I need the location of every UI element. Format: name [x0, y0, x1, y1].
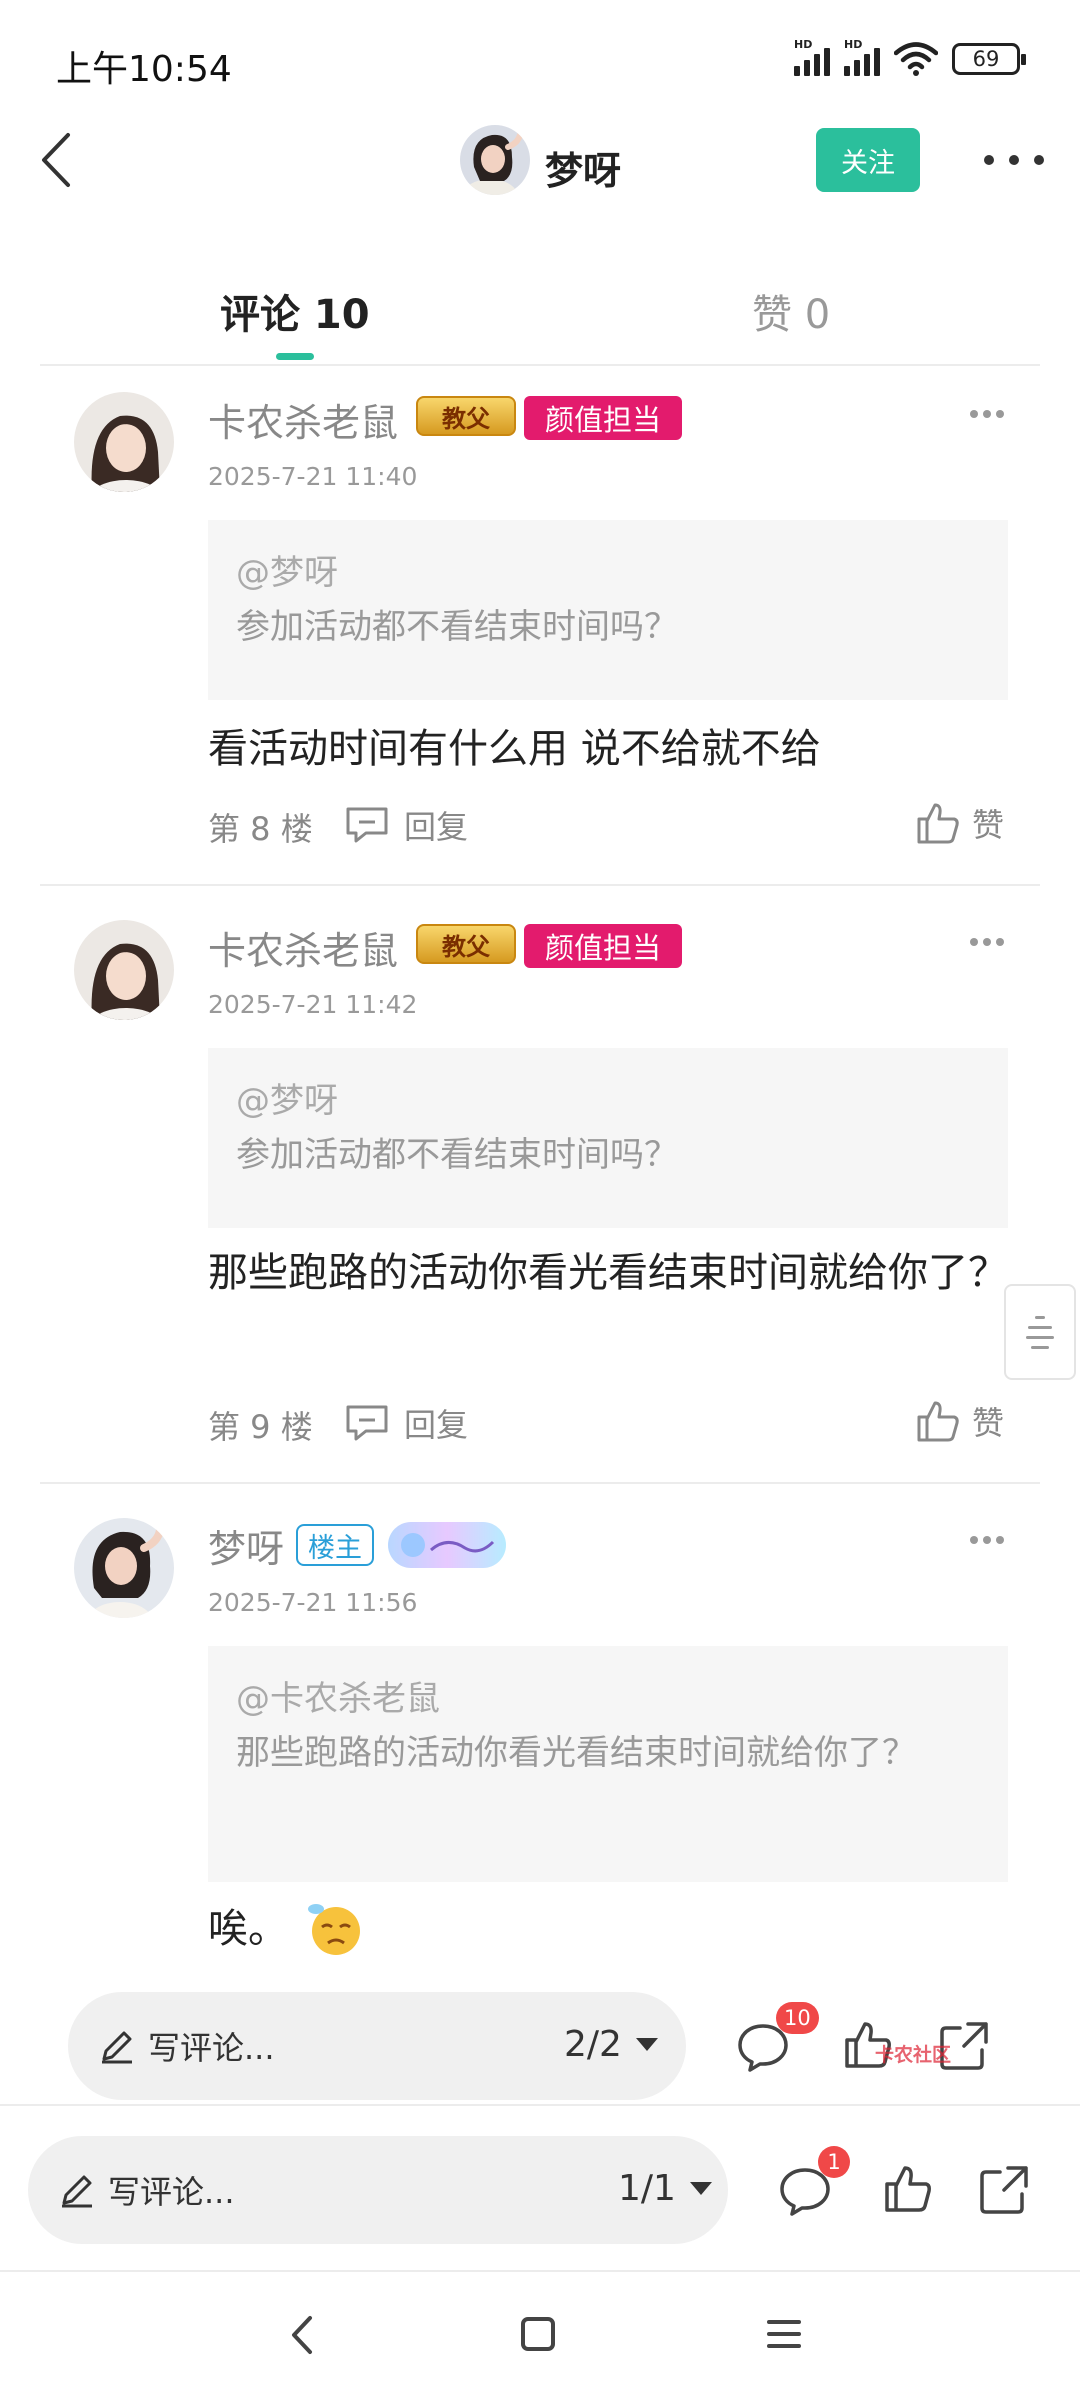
quote-text: 那些跑路的活动你看光看结束时间就给你了？ — [236, 1733, 916, 1773]
divider — [40, 364, 1040, 366]
like-label: 赞 — [972, 806, 1005, 844]
thumb-up-icon[interactable] — [884, 2164, 932, 2214]
quote-text: 参加活动都不看结束时间吗？ — [236, 607, 678, 647]
status-bar: 上午10:54 HD HD 69 — [0, 0, 1080, 120]
decorative-badge-icon — [388, 1522, 506, 1568]
tab-likes[interactable]: 赞 0 — [752, 282, 830, 340]
reply-button[interactable]: 回复 — [344, 802, 468, 848]
header-username[interactable]: 梦呀 — [545, 140, 621, 195]
reply-button[interactable]: 回复 — [344, 1400, 468, 1446]
comment-count-badge: 10 — [776, 2002, 819, 2034]
pencil-icon — [62, 2175, 92, 2208]
follow-button[interactable]: 关注 — [816, 128, 920, 192]
floor-number: 第 9 楼 — [208, 1408, 313, 1446]
comment-time: 2025-7-21 11:56 — [208, 1588, 418, 1617]
looks-badge: 颜值担当 — [524, 924, 682, 968]
battery-icon: 69 — [952, 43, 1026, 75]
comment-more-icon[interactable] — [970, 938, 1004, 948]
comments-button[interactable]: 1 — [778, 2146, 850, 2220]
nav-home-icon[interactable] — [518, 2314, 558, 2354]
page-indicator[interactable]: 1/1 — [618, 2168, 712, 2209]
caret-down-icon — [635, 2038, 658, 2051]
pencil-icon — [102, 2031, 132, 2064]
reply-label: 回复 — [404, 808, 469, 846]
comment-time: 2025-7-21 11:42 — [208, 990, 418, 1019]
divider — [40, 1482, 1040, 1484]
thread-owner-badge: 楼主 — [296, 1524, 374, 1566]
like-button[interactable]: 赞 — [916, 1398, 1004, 1444]
quote-mention: @梦呀 — [236, 1081, 338, 1121]
wifi-icon — [894, 42, 938, 76]
divider — [40, 884, 1040, 886]
reply-icon — [346, 807, 388, 843]
reply-icon — [346, 1405, 388, 1441]
watermark-logo: 卡农社区 — [875, 2044, 952, 2066]
page-indicator[interactable]: 2/2 — [564, 2024, 658, 2065]
commenter-name[interactable]: 卡农杀老鼠 — [208, 392, 398, 447]
thumb-up-icon — [917, 1401, 959, 1442]
comment-placeholder: 写评论... — [148, 2029, 275, 2067]
comments-button[interactable]: 10 — [736, 2002, 819, 2076]
godfather-badge: 教父 — [416, 924, 516, 964]
scroll-handle[interactable] — [1004, 1284, 1076, 1380]
share-icon[interactable] — [978, 2164, 1030, 2216]
sad-emoji-icon — [308, 1904, 360, 1955]
quoted-comment[interactable]: @梦呀 参加活动都不看结束时间吗？ — [208, 520, 1008, 700]
hd-label: HD — [844, 38, 863, 51]
reply-label: 回复 — [404, 1406, 469, 1444]
page-indicator-label: 2/2 — [564, 2024, 622, 2065]
tab-comments[interactable]: 评论 10 — [220, 282, 370, 340]
commenter-avatar[interactable] — [74, 1518, 174, 1618]
status-time: 上午10:54 — [56, 49, 232, 90]
looks-badge: 颜值担当 — [524, 396, 682, 440]
signal-icon: HD — [844, 38, 880, 76]
tab-active-indicator — [276, 353, 314, 360]
like-button[interactable]: 赞 — [916, 800, 1004, 846]
nav-menu-icon[interactable] — [764, 2314, 804, 2354]
quote-mention: @卡农杀老鼠 — [236, 1679, 440, 1719]
bottom-action-bar: 写评论... 1/1 1 — [0, 2110, 1080, 2250]
commenter-avatar[interactable] — [74, 920, 174, 1020]
quote-text: 参加活动都不看结束时间吗？ — [236, 1135, 678, 1175]
comment-time: 2025-7-21 11:40 — [208, 462, 418, 491]
comment-text-row: 唉。 — [208, 1894, 1008, 1964]
signal-icon: HD — [794, 38, 830, 76]
quoted-comment[interactable]: @卡农杀老鼠 那些跑路的活动你看光看结束时间就给你了？ — [208, 1646, 1008, 1882]
quote-mention: @梦呀 — [236, 553, 338, 593]
bottom-action-bar-overlay: 写评论... 2/2 10 — [0, 1966, 1080, 2106]
comment-text: 看活动时间有什么用 说不给就不给 — [208, 726, 821, 772]
caret-down-icon — [689, 2182, 712, 2195]
like-label: 赞 — [972, 1404, 1005, 1442]
divider — [0, 2104, 1080, 2106]
godfather-badge: 教父 — [416, 396, 516, 436]
commenter-name[interactable]: 梦呀 — [208, 1518, 284, 1573]
floor-number: 第 8 楼 — [208, 810, 313, 848]
comment-text: 那些跑路的活动你看光看结束时间就给你了？ — [208, 1250, 1008, 1296]
commenter-avatar[interactable] — [74, 392, 174, 492]
system-nav-bar — [0, 2270, 1080, 2400]
commenter-name[interactable]: 卡农杀老鼠 — [208, 920, 398, 975]
header-avatar[interactable] — [460, 125, 530, 195]
status-icons: HD HD 69 — [794, 38, 1026, 76]
comment-more-icon[interactable] — [970, 410, 1004, 420]
thumb-up-icon — [917, 803, 959, 844]
hd-label: HD — [794, 38, 813, 51]
more-icon[interactable] — [984, 145, 1044, 175]
comment-text: 唉。 — [208, 1906, 288, 1952]
page-indicator-label: 1/1 — [618, 2168, 676, 2209]
nav-back-icon[interactable] — [282, 2310, 322, 2360]
comment-count-badge: 1 — [818, 2146, 850, 2178]
comment-more-icon[interactable] — [970, 1536, 1004, 1546]
comment-placeholder: 写评论... — [108, 2173, 235, 2211]
back-icon[interactable] — [20, 125, 90, 195]
quoted-comment[interactable]: @梦呀 参加活动都不看结束时间吗？ — [208, 1048, 1008, 1228]
